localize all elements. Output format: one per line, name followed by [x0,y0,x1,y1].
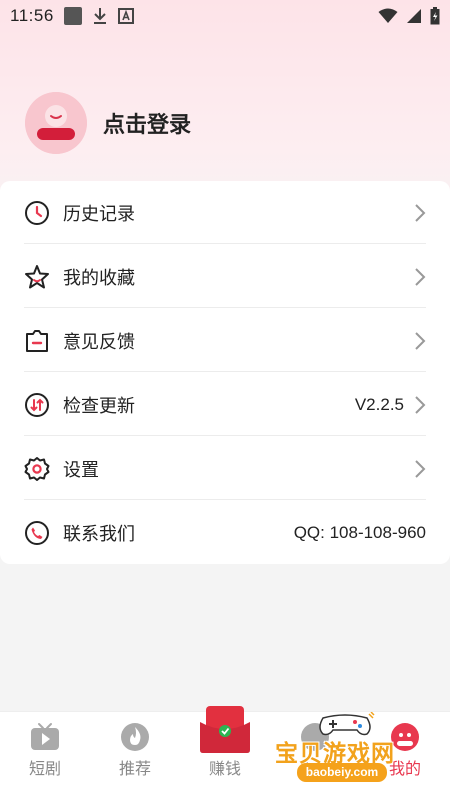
menu-item-settings[interactable]: 设置 [24,437,426,500]
version-value: V2.2.5 [354,394,404,414]
tab-short-drama[interactable]: 短剧 [0,712,90,800]
avatar[interactable] [25,92,87,154]
star-icon [24,264,50,290]
menu-item-label: 我的收藏 [63,267,135,289]
menu-item-label: 设置 [63,459,99,481]
tab-label: 推荐 [118,759,151,778]
menu-item-contact[interactable]: 联系我们 QQ: 108-108-960 [24,501,426,564]
menu-item-favorites[interactable]: 我的收藏 [24,245,426,308]
download-icon [93,8,106,24]
chevron-right-icon [415,267,426,286]
divider [24,499,426,500]
battery-icon [430,7,440,25]
chevron-right-icon [415,459,426,478]
chevron-right-icon [415,395,426,414]
tab-label: 短剧 [28,759,61,778]
menu-item-label: 意见反馈 [63,331,135,353]
flame-icon [121,723,149,751]
clock-icon [24,200,50,226]
contact-qq-value: QQ: 108-108-960 [293,522,426,542]
red-envelope-icon [200,706,250,753]
menu-item-label: 检查更新 [63,395,135,417]
update-icon [24,392,50,418]
feedback-icon [24,328,50,354]
menu-item-check-update[interactable]: 检查更新 V2.2.5 [24,373,426,436]
chevron-right-icon [415,203,426,222]
watermark: 宝贝游戏网 baobeiy.com [273,712,423,784]
tab-recommend[interactable]: 推荐 [90,712,180,800]
notification-square-icon [63,7,82,25]
wifi-icon [378,8,398,23]
divider [24,435,426,436]
chevron-right-icon [415,331,426,350]
phone-icon [24,520,50,546]
gear-icon [24,456,50,482]
profile-header[interactable]: 点击登录 [25,92,191,154]
avatar-face-icon [25,92,87,154]
status-bar: 11:56 [0,0,450,32]
tab-earn[interactable]: 赚钱 [180,706,270,800]
menu-item-label: 历史记录 [63,203,135,225]
menu-card: 历史记录 我的收藏 意见反馈 检查更新 V2.2.5 设置 联系我们 QQ: 1… [0,181,450,564]
menu-item-feedback[interactable]: 意见反馈 [24,309,426,372]
signal-icon [407,9,421,23]
watermark-url: baobeiy.com [297,763,387,782]
tab-label: 赚钱 [208,759,241,778]
divider [24,243,426,244]
login-label[interactable]: 点击登录 [103,107,191,139]
menu-item-label: 联系我们 [63,523,135,545]
divider [24,371,426,372]
menu-item-history[interactable]: 历史记录 [24,181,426,244]
a-icon [117,8,134,24]
tv-icon [31,723,59,750]
status-time: 11:56 [10,6,54,25]
divider [24,307,426,308]
